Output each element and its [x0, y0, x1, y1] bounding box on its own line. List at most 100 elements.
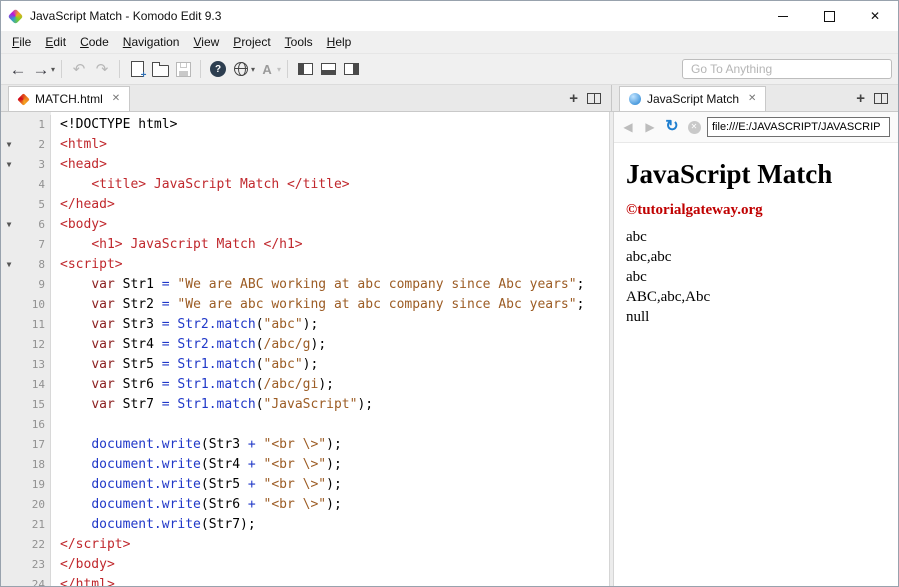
code-line-17[interactable]: 17 document.write(Str3 + "<br \>"); — [1, 435, 609, 455]
back-button[interactable]: ← — [7, 57, 29, 81]
menu-project[interactable]: Project — [226, 33, 277, 51]
toggle-left-pane-button[interactable] — [294, 57, 316, 81]
browser-dropdown-icon[interactable]: ▾ — [251, 65, 255, 74]
fold-column — [1, 295, 17, 315]
fold-arrow-icon[interactable]: ▼ — [1, 255, 17, 275]
code-line-7[interactable]: 7 <h1> JavaScript Match </h1> — [1, 235, 609, 255]
code-line-23[interactable]: 23</body> — [1, 555, 609, 575]
preview-content: JavaScript Match ©tutorialgateway.org ab… — [614, 143, 898, 586]
code-text: document.write(Str7); — [51, 515, 256, 535]
menu-help[interactable]: Help — [320, 33, 359, 51]
browser-reload-button[interactable]: ↻ — [663, 117, 681, 137]
window-controls: ✕ — [760, 1, 898, 31]
fold-column — [1, 415, 17, 435]
fold-column — [1, 575, 17, 586]
code-line-12[interactable]: 12 var Str4 = Str2.match(/abc/g); — [1, 335, 609, 355]
forward-button[interactable]: → — [30, 57, 52, 81]
font-size-button[interactable]: A — [256, 57, 278, 81]
font-dropdown-icon[interactable]: ▾ — [277, 65, 281, 74]
goto-anything-input[interactable] — [682, 59, 892, 79]
font-icon: A — [262, 62, 271, 77]
code-text: var Str4 = Str2.match(/abc/g); — [51, 335, 326, 355]
code-line-19[interactable]: 19 document.write(Str5 + "<br \>"); — [1, 475, 609, 495]
line-number: 23 — [17, 555, 51, 575]
line-number: 14 — [17, 375, 51, 395]
help-button[interactable]: ? — [207, 57, 229, 81]
history-dropdown-icon[interactable]: ▾ — [51, 65, 55, 74]
menu-file[interactable]: File — [5, 33, 38, 51]
code-line-1[interactable]: 1<!DOCTYPE html> — [1, 115, 609, 135]
code-text: <html> — [51, 135, 107, 155]
code-line-5[interactable]: 5</head> — [1, 195, 609, 215]
address-bar[interactable] — [707, 117, 890, 137]
code-line-10[interactable]: 10 var Str2 = "We are abc working at abc… — [1, 295, 609, 315]
code-text: var Str3 = Str2.match("abc"); — [51, 315, 318, 335]
redo-button[interactable]: ↷ — [91, 57, 113, 81]
menu-navigation[interactable]: Navigation — [116, 33, 187, 51]
code-line-13[interactable]: 13 var Str5 = Str1.match("abc"); — [1, 355, 609, 375]
tab-javascript-match[interactable]: JavaScript Match ✕ — [619, 86, 766, 111]
plus-badge-icon: + — [141, 71, 147, 81]
code-line-16[interactable]: 16 — [1, 415, 609, 435]
tab-close-icon[interactable]: ✕ — [112, 94, 120, 104]
save-button[interactable] — [172, 57, 194, 81]
tab-close-icon[interactable]: ✕ — [748, 94, 756, 104]
titlebar: JavaScript Match - Komodo Edit 9.3 ✕ — [1, 1, 898, 31]
toggle-right-pane-button[interactable] — [340, 57, 362, 81]
preview-heading: JavaScript Match — [626, 159, 886, 190]
menu-tools[interactable]: Tools — [278, 33, 320, 51]
code-line-9[interactable]: 9 var Str1 = "We are ABC working at abc … — [1, 275, 609, 295]
fold-column — [1, 375, 17, 395]
code-line-18[interactable]: 18 document.write(Str4 + "<br \>"); — [1, 455, 609, 475]
fold-arrow-icon[interactable]: ▼ — [1, 215, 17, 235]
new-tab-button[interactable]: + — [856, 91, 865, 106]
open-file-button[interactable] — [149, 57, 171, 81]
fold-arrow-icon[interactable]: ▼ — [1, 155, 17, 175]
split-view-icon[interactable] — [587, 93, 601, 104]
preview-browser-button[interactable] — [230, 57, 252, 81]
code-line-4[interactable]: 4 <title> JavaScript Match </title> — [1, 175, 609, 195]
code-line-3[interactable]: ▼3<head> — [1, 155, 609, 175]
editor-pane[interactable]: 1<!DOCTYPE html>▼2<html>▼3<head>4 <title… — [1, 112, 609, 586]
browser-back-button[interactable]: ◀ — [619, 117, 637, 137]
fold-column — [1, 335, 17, 355]
code-line-22[interactable]: 22</script> — [1, 535, 609, 555]
preview-tabstrip: JavaScript Match ✕ + — [612, 85, 898, 111]
code-line-24[interactable]: 24</html> — [1, 575, 609, 586]
menu-view[interactable]: View — [186, 33, 226, 51]
code-line-8[interactable]: ▼8<script> — [1, 255, 609, 275]
code-line-6[interactable]: ▼6<body> — [1, 215, 609, 235]
browser-stop-button[interactable]: ✕ — [685, 117, 703, 137]
code-text: document.write(Str5 + "<br \>"); — [51, 475, 342, 495]
toggle-bottom-pane-button[interactable] — [317, 57, 339, 81]
code-line-11[interactable]: 11 var Str3 = Str2.match("abc"); — [1, 315, 609, 335]
close-button[interactable]: ✕ — [852, 1, 898, 31]
browser-forward-button[interactable]: ▶ — [641, 117, 659, 137]
code-line-21[interactable]: 21 document.write(Str7); — [1, 515, 609, 535]
toolbar-separator — [61, 60, 62, 78]
fold-arrow-icon[interactable]: ▼ — [1, 135, 17, 155]
code-text — [51, 415, 60, 435]
code-text: var Str2 = "We are abc working at abc co… — [51, 295, 584, 315]
split-view-icon[interactable] — [874, 93, 888, 104]
line-number: 17 — [17, 435, 51, 455]
minimize-button[interactable] — [760, 1, 806, 31]
maximize-button[interactable] — [806, 1, 852, 31]
line-number: 11 — [17, 315, 51, 335]
line-number: 6 — [17, 215, 51, 235]
browser-forward-icon: ▶ — [645, 120, 654, 134]
code-line-2[interactable]: ▼2<html> — [1, 135, 609, 155]
undo-button[interactable]: ↶ — [68, 57, 90, 81]
menu-code[interactable]: Code — [73, 33, 116, 51]
menu-edit[interactable]: Edit — [38, 33, 73, 51]
back-arrow-icon: ← — [10, 61, 27, 78]
redo-icon: ↷ — [96, 62, 109, 77]
line-number: 5 — [17, 195, 51, 215]
new-tab-button[interactable]: + — [569, 91, 578, 106]
new-file-button[interactable]: + — [126, 57, 148, 81]
line-number: 2 — [17, 135, 51, 155]
code-line-15[interactable]: 15 var Str7 = Str1.match("JavaScript"); — [1, 395, 609, 415]
tab-match-html[interactable]: MATCH.html ✕ — [8, 86, 130, 111]
code-line-20[interactable]: 20 document.write(Str6 + "<br \>"); — [1, 495, 609, 515]
code-line-14[interactable]: 14 var Str6 = Str1.match(/abc/gi); — [1, 375, 609, 395]
